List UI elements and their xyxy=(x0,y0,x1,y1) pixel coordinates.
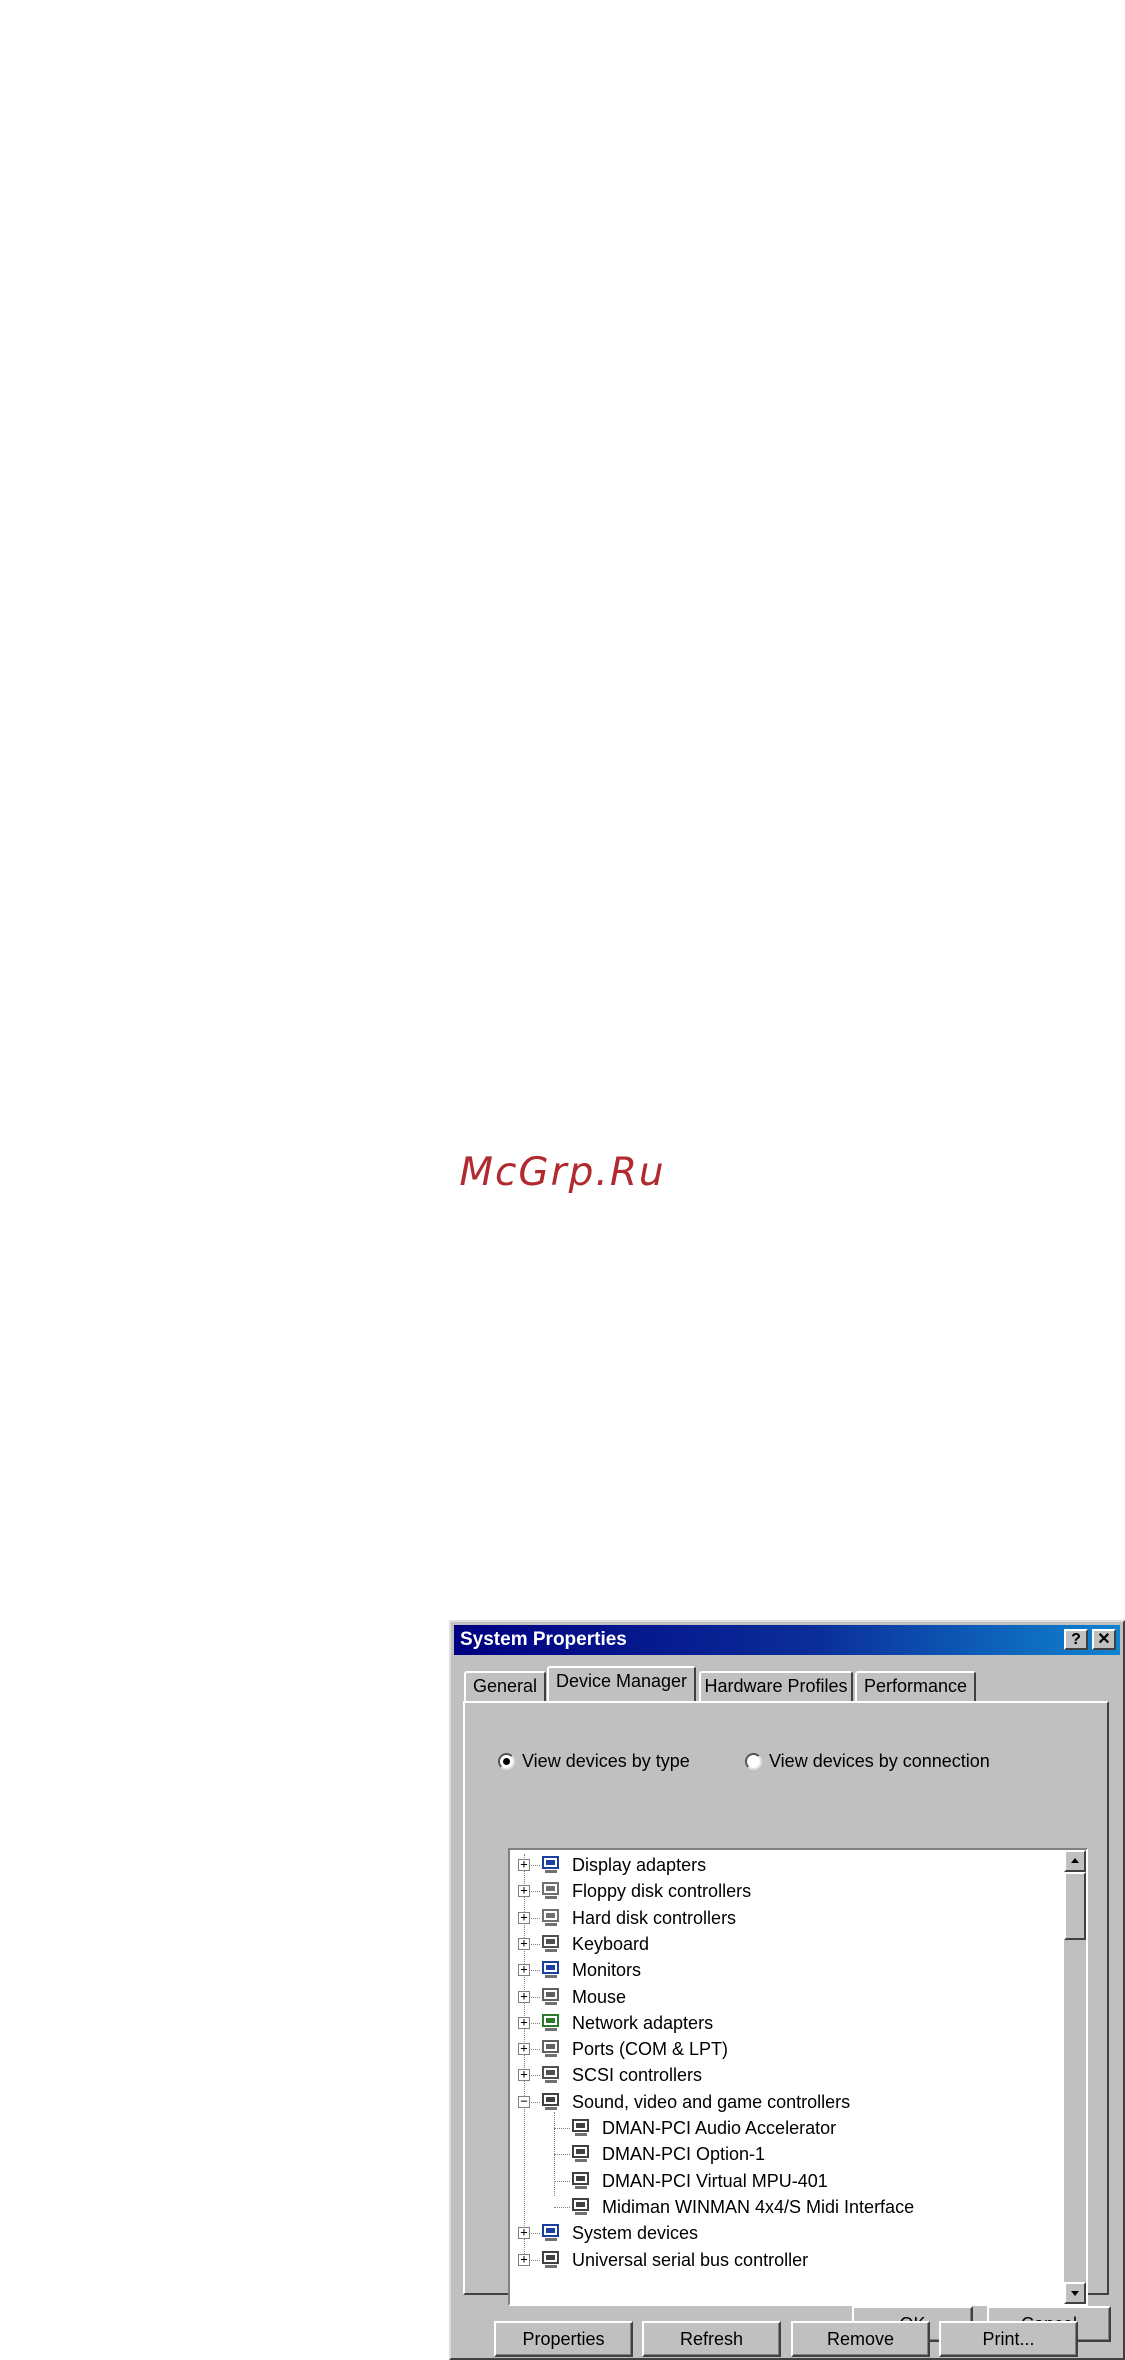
sound-device-icon xyxy=(570,2118,592,2138)
expand-icon[interactable]: + xyxy=(518,2042,530,2056)
tree-item[interactable]: DMAN-PCI Option-1 xyxy=(510,2141,1050,2167)
scroll-down-button[interactable] xyxy=(1064,2282,1086,2304)
close-button[interactable]: ✕ xyxy=(1092,1629,1116,1650)
properties-button[interactable]: Properties xyxy=(494,2321,633,2357)
tree-item-label: Monitors xyxy=(572,1960,642,1981)
tab-performance[interactable]: Performance xyxy=(855,1671,976,1701)
tree-item-label: Mouse xyxy=(572,1986,627,2007)
tree-item-label: Universal serial bus controller xyxy=(572,2249,809,2270)
tree-item-label: DMAN-PCI Virtual MPU-401 xyxy=(602,2170,828,2191)
scroll-up-button[interactable] xyxy=(1064,1850,1086,1872)
title-bar[interactable]: System Properties ? ✕ xyxy=(454,1625,1120,1655)
keyboard-icon xyxy=(540,1934,562,1954)
expand-icon[interactable]: + xyxy=(518,1858,530,1871)
sound-device-icon xyxy=(570,2144,592,2164)
system-properties-dialog: System Properties ? ✕ General Device Man… xyxy=(449,1620,1125,2360)
scsi-controller-icon xyxy=(540,2065,562,2085)
tree-item[interactable]: + Ports (COM & LPT) xyxy=(510,2036,1050,2062)
radio-view-by-connection[interactable]: View devices by connection xyxy=(745,1749,990,1773)
vertical-scrollbar[interactable] xyxy=(1064,1850,1086,2304)
tree-item-label: Sound, video and game controllers xyxy=(572,2091,851,2112)
expand-icon[interactable]: + xyxy=(518,2068,530,2082)
network-adapter-icon xyxy=(540,2013,562,2033)
expand-icon[interactable]: + xyxy=(518,1884,530,1898)
radio-label-by-connection: View devices by connection xyxy=(769,1751,990,1771)
sound-device-icon xyxy=(570,2197,592,2217)
tree-item[interactable]: + SCSI controllers xyxy=(510,2062,1050,2088)
mouse-icon xyxy=(540,1987,562,2007)
refresh-button[interactable]: Refresh xyxy=(642,2321,781,2357)
watermark-text: McGrp.Ru xyxy=(459,1150,666,1195)
tree-item[interactable]: + System devices xyxy=(510,2220,1050,2246)
tab-general[interactable]: General xyxy=(464,1671,546,1701)
sound-device-icon xyxy=(570,2171,592,2191)
expand-icon[interactable]: + xyxy=(518,1990,530,2003)
floppy-controller-icon xyxy=(540,1881,562,1901)
tree-item[interactable]: + Mouse xyxy=(510,1984,1050,2010)
tree-item[interactable]: + Universal serial bus controller xyxy=(510,2247,1050,2273)
tree-item-label: Hard disk controllers xyxy=(572,1907,737,1928)
tree-item-label: System devices xyxy=(572,2223,699,2244)
hard-disk-controller-icon xyxy=(540,1908,562,1928)
tree-item-label: Network adapters xyxy=(572,2012,714,2033)
system-device-icon xyxy=(540,2223,562,2243)
tree-item[interactable]: Midiman WINMAN 4x4/S Midi Interface xyxy=(510,2194,1050,2220)
expand-icon[interactable]: + xyxy=(518,2016,530,2029)
tree-item[interactable]: DMAN-PCI Virtual MPU-401 xyxy=(510,2168,1050,2194)
tree-item-label: SCSI controllers xyxy=(572,2065,703,2086)
device-manager-panel: View devices by type View devices by con… xyxy=(463,1701,1109,2357)
expand-icon[interactable]: + xyxy=(518,2226,530,2240)
tree-item[interactable]: + Monitors xyxy=(510,1957,1050,1983)
monitor-icon xyxy=(540,1960,562,1980)
window-title: System Properties xyxy=(460,1629,627,1650)
tree-item-label: DMAN-PCI Audio Accelerator xyxy=(602,2118,837,2138)
remove-button[interactable]: Remove xyxy=(791,2321,930,2357)
arrow-up-icon xyxy=(1071,1858,1079,1863)
sound-controller-icon xyxy=(540,2092,562,2112)
scroll-thumb[interactable] xyxy=(1064,1872,1086,1940)
tab-hardware-profiles[interactable]: Hardware Profiles xyxy=(699,1671,853,1701)
tree-item-label: Display adapters xyxy=(572,1855,707,1875)
radio-button-unselected xyxy=(745,1753,762,1770)
port-icon xyxy=(540,2039,562,2059)
tree-item[interactable]: + Floppy disk controllers xyxy=(510,1878,1050,1904)
tree-item-label: DMAN-PCI Option-1 xyxy=(602,2144,766,2165)
expand-icon[interactable]: + xyxy=(518,1963,530,1977)
help-button[interactable]: ? xyxy=(1064,1629,1088,1650)
device-tree[interactable]: + Display adapters + Floppy disk controller… xyxy=(508,1848,1088,2306)
tree-item[interactable]: + Keyboard xyxy=(510,1931,1050,1957)
expand-icon[interactable]: + xyxy=(518,1937,530,1950)
tree-item-label: Floppy disk controllers xyxy=(572,1881,752,1902)
print-button[interactable]: Print... xyxy=(939,2321,1078,2357)
tree-item[interactable]: + Display adapters xyxy=(510,1852,1050,1878)
radio-button-selected xyxy=(498,1753,515,1770)
expand-icon[interactable]: + xyxy=(518,2253,530,2266)
tab-device-manager[interactable]: Device Manager xyxy=(547,1666,696,1701)
tree-item-label: Ports (COM & LPT) xyxy=(572,2039,729,2060)
collapse-icon[interactable]: − xyxy=(518,2095,530,2108)
tree-item[interactable]: DMAN-PCI Audio Accelerator xyxy=(510,2115,1050,2141)
tree-item[interactable]: + Network adapters xyxy=(510,2010,1050,2036)
radio-view-by-type[interactable]: View devices by type xyxy=(498,1749,690,1773)
tree-item[interactable]: + Hard disk controllers xyxy=(510,1905,1050,1931)
tree-item[interactable]: − Sound, video and game controllers xyxy=(510,2089,1050,2115)
tree-item-label: Keyboard xyxy=(572,1933,650,1954)
expand-icon[interactable]: + xyxy=(518,1911,530,1924)
usb-controller-icon xyxy=(540,2250,562,2270)
display-adapter-icon xyxy=(540,1855,562,1875)
arrow-down-icon xyxy=(1071,2291,1079,2296)
radio-label-by-type: View devices by type xyxy=(522,1751,690,1771)
tree-item-label: Midiman WINMAN 4x4/S Midi Interface xyxy=(602,2196,915,2217)
